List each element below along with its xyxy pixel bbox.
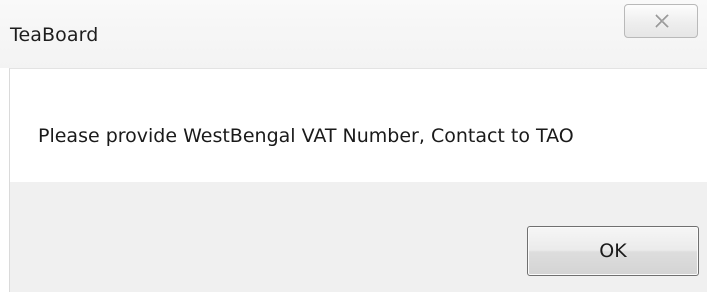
button-bar: OK [9,182,707,292]
window-left-edge [0,68,9,292]
window-title: TeaBoard [10,24,99,46]
title-bar: TeaBoard [0,0,707,68]
message-text: Please provide WestBengal VAT Number, Co… [38,125,574,147]
ok-button[interactable]: OK [527,226,699,276]
close-button[interactable] [624,4,698,38]
message-dialog: TeaBoard Please provide WestBengal VAT N… [0,0,707,292]
message-area: Please provide WestBengal VAT Number, Co… [9,68,707,182]
close-icon [655,14,669,28]
